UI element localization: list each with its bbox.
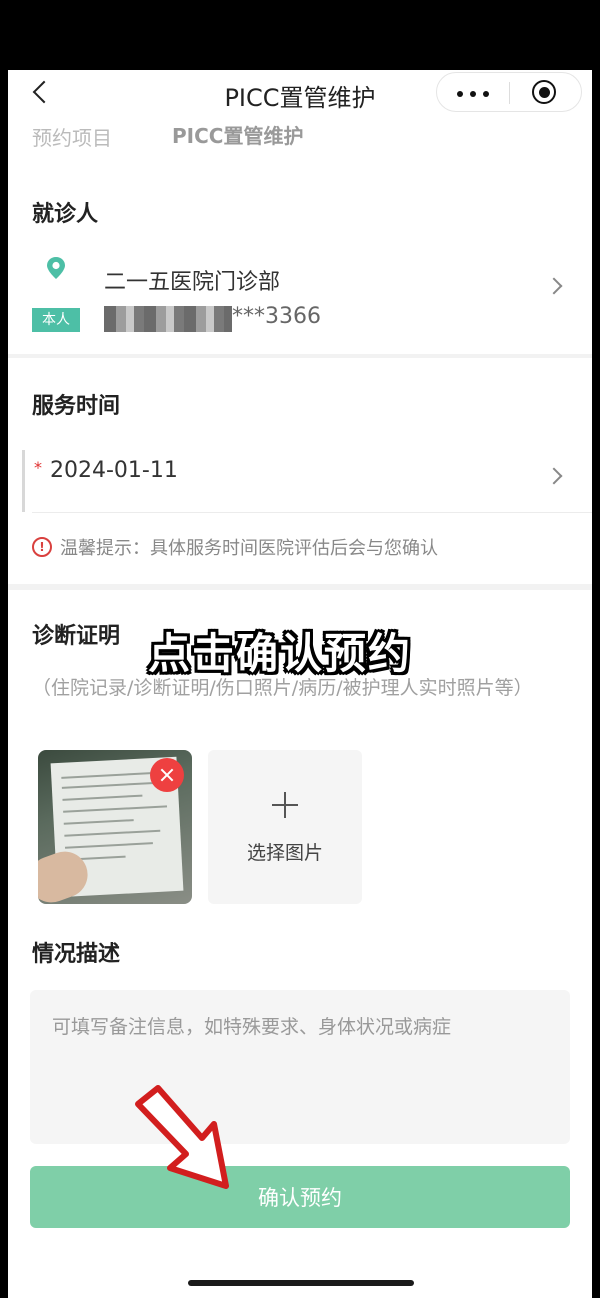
select-image-button[interactable]: 选择图片 [208,750,362,904]
delete-photo-icon[interactable] [150,758,184,792]
description-section-title: 情况描述 [32,942,121,967]
patient-section: 就诊人 本人 二一五医院门诊部 ***3366 [8,166,592,354]
info-icon: ! [32,537,52,557]
service-date: 2024-01-11 [50,458,178,483]
chevron-right-icon [545,277,563,295]
description-input[interactable] [30,990,570,1144]
project-label: 预约项目 [32,126,112,150]
diagnosis-section: 诊断证明 （住院记录/诊断证明/伤口照片/病历/被护理人实时照片等） 选择图片 … [8,590,592,1298]
confirm-booking-button[interactable]: 确认预约 [30,1166,570,1228]
select-image-label: 选择图片 [246,842,323,864]
service-section-title: 服务时间 [32,394,121,419]
miniprogram-capsule [436,72,582,112]
divider [32,512,592,513]
hospital-name: 二一五医院门诊部 [104,270,281,295]
navigation-bar: PICC置管维护 [8,70,592,116]
self-badge: 本人 [32,308,80,332]
required-mark: * [34,458,42,477]
red-arrow-annotation-icon [135,1085,229,1189]
overlay-caption: 点击确认预约 [148,629,413,678]
patient-section-title: 就诊人 [32,202,99,227]
project-value: PICC置管维护 [172,124,304,148]
phone-screen: PICC置管维护 预约项目 PICC置管维护 就诊人 本人 二一五医院门诊部 *… [8,70,592,1298]
location-pin-icon [47,257,65,279]
close-miniprogram-icon[interactable] [510,73,582,113]
blurred-name [104,306,232,332]
patient-selector[interactable]: 本人 二一五医院门诊部 ***3366 [8,234,592,338]
more-icon[interactable] [437,73,509,113]
phone-masked: ***3366 [232,304,321,329]
diagnosis-section-title: 诊断证明 [32,624,121,649]
plus-icon-vertical [284,792,286,818]
service-tip: 温馨提示：具体服务时间医院评估后会与您确认 [60,538,438,559]
chevron-right-icon [545,467,563,485]
home-indicator [188,1280,414,1286]
service-time-section: 服务时间 * 2024-01-11 ! 温馨提示：具体服务时间医院评估后会与您确… [8,358,592,584]
date-picker[interactable]: * 2024-01-11 [8,440,592,512]
